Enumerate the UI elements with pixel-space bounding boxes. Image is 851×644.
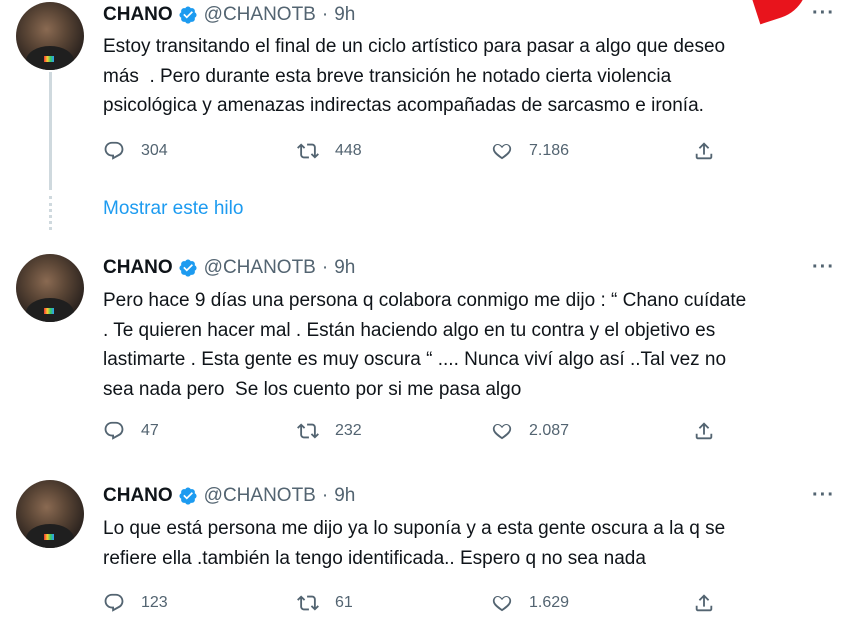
tweet-actions: 47 232 2.087: [103, 420, 723, 446]
share-icon: [695, 142, 713, 160]
red-annotation-mark: [748, 0, 818, 25]
like-button[interactable]: 1.629: [491, 592, 569, 614]
retweet-icon: [297, 595, 319, 611]
handle[interactable]: @CHANOTB: [204, 257, 316, 279]
verified-badge-icon: [179, 259, 197, 277]
retweet-icon: [297, 423, 319, 439]
share-icon: [695, 594, 713, 612]
verified-badge-icon: [179, 487, 197, 505]
separator: ·: [321, 4, 329, 25]
like-count: 1.629: [529, 594, 570, 611]
share-icon: [695, 422, 713, 440]
display-name[interactable]: CHANO: [103, 485, 173, 507]
timestamp[interactable]: 9h: [334, 485, 355, 507]
tweet-header: CHANO @CHANOTB · 9h: [103, 484, 355, 508]
avatar[interactable]: [16, 2, 84, 70]
separator: ·: [321, 257, 329, 278]
retweet-icon: [297, 143, 319, 159]
like-icon: [492, 596, 512, 612]
timestamp[interactable]: 9h: [334, 257, 355, 279]
share-button[interactable]: [693, 140, 715, 162]
verified-badge-icon: [179, 6, 197, 24]
avatar[interactable]: [16, 254, 84, 322]
reply-button[interactable]: 123: [103, 592, 168, 614]
avatar[interactable]: [16, 480, 84, 548]
reply-icon: [104, 593, 124, 612]
reply-count: 304: [141, 142, 168, 159]
like-count: 2.087: [529, 422, 570, 439]
share-button[interactable]: [693, 420, 715, 442]
display-name[interactable]: CHANO: [103, 4, 173, 26]
show-thread-link[interactable]: Mostrar este hilo: [103, 198, 243, 220]
retweet-button[interactable]: 232: [297, 420, 362, 442]
like-button[interactable]: 2.087: [491, 420, 569, 442]
display-name[interactable]: CHANO: [103, 257, 173, 279]
tweet-actions: 304 448 7.186: [103, 140, 723, 166]
retweet-button[interactable]: 448: [297, 140, 362, 162]
more-icon[interactable]: ···: [812, 2, 835, 25]
retweet-button[interactable]: 61: [297, 592, 353, 614]
more-icon[interactable]: ···: [812, 484, 835, 507]
reply-button[interactable]: 304: [103, 140, 168, 162]
tweet-header: CHANO @CHANOTB · 9h: [103, 3, 355, 27]
like-button[interactable]: 7.186: [491, 140, 569, 162]
reply-button[interactable]: 47: [103, 420, 159, 442]
tweet-header: CHANO @CHANOTB · 9h: [103, 256, 355, 280]
reply-icon: [104, 421, 124, 440]
like-icon: [492, 144, 512, 160]
tweet-text: Lo que está persona me dijo ya lo suponí…: [103, 518, 726, 569]
thread-dots: [49, 196, 52, 230]
retweet-count: 448: [335, 142, 362, 159]
tweet-text: Pero hace 9 días una persona q colabora …: [103, 290, 747, 400]
thread-line: [49, 72, 52, 190]
more-icon[interactable]: ···: [812, 256, 835, 279]
like-icon: [492, 424, 512, 440]
tweet-text: Estoy transitando el final de un ciclo a…: [103, 36, 726, 116]
handle[interactable]: @CHANOTB: [204, 485, 316, 507]
retweet-count: 61: [335, 594, 353, 611]
share-button[interactable]: [693, 592, 715, 614]
retweet-count: 232: [335, 422, 362, 439]
tweet-actions: 123 61 1.629: [103, 592, 723, 618]
reply-count: 47: [141, 422, 159, 439]
like-count: 7.186: [529, 142, 570, 159]
separator: ·: [321, 485, 329, 506]
handle[interactable]: @CHANOTB: [204, 4, 316, 26]
reply-count: 123: [141, 594, 168, 611]
reply-icon: [104, 141, 124, 160]
timestamp[interactable]: 9h: [334, 4, 355, 26]
